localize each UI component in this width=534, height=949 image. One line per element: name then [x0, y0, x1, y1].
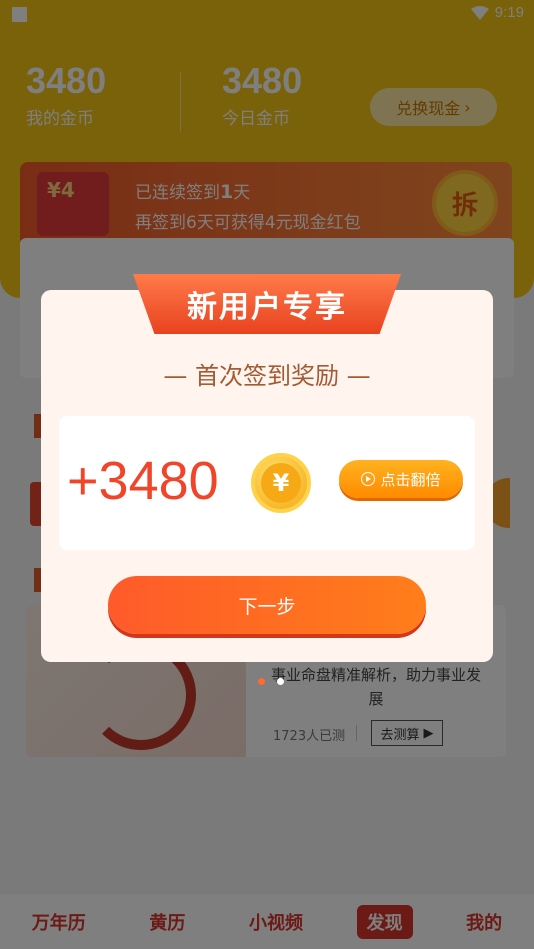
next-step-button[interactable]: 下一步 — [108, 576, 426, 634]
ribbon-banner: 新用户专享 — [133, 274, 401, 334]
double-reward-button[interactable]: 点击翻倍 — [339, 460, 463, 498]
gold-coin-icon: ¥ — [251, 453, 311, 513]
double-label: 点击翻倍 — [380, 470, 441, 489]
indicator-dot-active — [258, 678, 265, 685]
page-indicator — [258, 678, 284, 685]
reward-box: +3480 ¥ 点击翻倍 — [59, 416, 475, 550]
dialog-subtitle: — 首次签到奖励 — — [163, 362, 371, 390]
indicator-dot — [277, 678, 284, 685]
reward-amount: +3480 — [67, 451, 219, 511]
coin-symbol: ¥ — [261, 463, 301, 503]
play-icon — [361, 472, 376, 486]
ribbon-title: 新用户专享 — [187, 290, 347, 325]
new-user-reward-dialog: 新用户专享 — 首次签到奖励 — +3480 ¥ 点击翻倍 下一步 — [41, 274, 493, 662]
